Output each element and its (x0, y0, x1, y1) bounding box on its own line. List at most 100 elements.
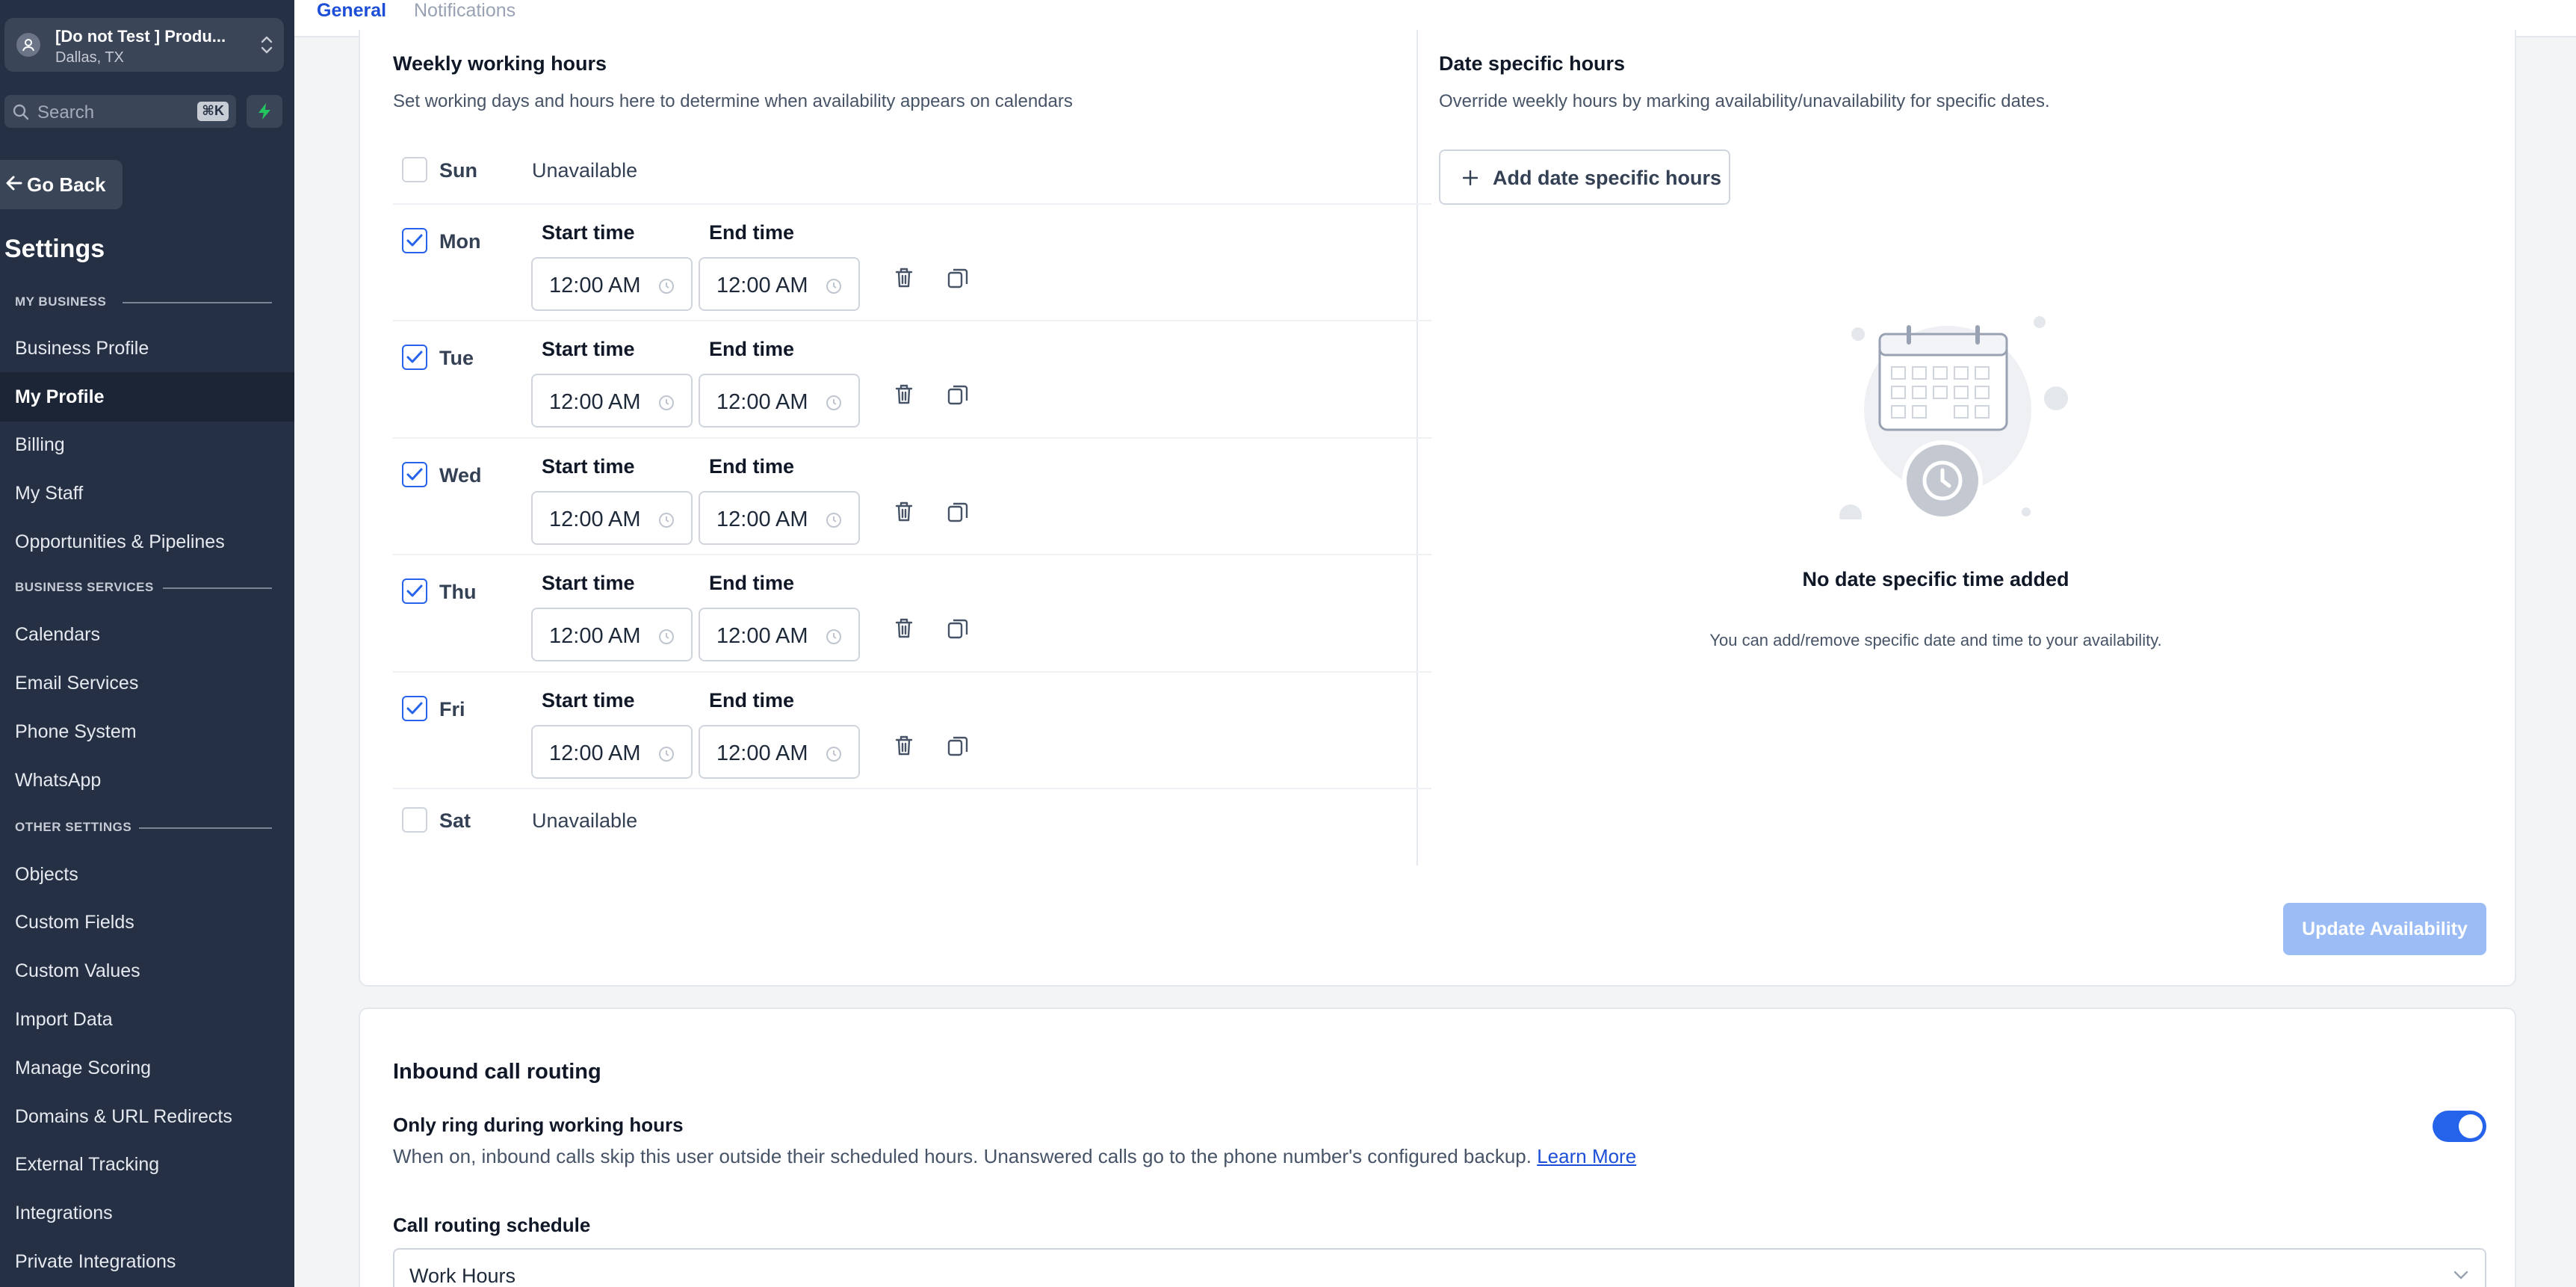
column-divider (1417, 30, 1418, 865)
row-divider (393, 437, 1431, 439)
inbound-call-routing-card: Inbound call routing Only ring during wo… (359, 1007, 2516, 1287)
sidebar-item-external-tracking[interactable]: External Tracking (0, 1140, 294, 1189)
start-time-label: Start time (542, 221, 635, 244)
copy-icon[interactable] (944, 615, 971, 642)
day-checkbox-fri[interactable] (402, 696, 427, 721)
sidebar-item-label: WhatsApp (15, 770, 102, 791)
search-shortcut-badge: ⌘K (197, 102, 229, 121)
sidebar-item-label: Manage Scoring (15, 1058, 152, 1078)
learn-more-link[interactable]: Learn More (1537, 1145, 1636, 1167)
sidebar-item-label: Objects (15, 864, 78, 885)
trash-icon[interactable] (891, 381, 917, 408)
update-availability-button[interactable]: Update Availability (2283, 903, 2486, 955)
plus-icon (1462, 170, 1479, 186)
section-heading-business-services: BUSINESS SERVICES (15, 580, 154, 594)
sidebar-item-opportunities-pipelines[interactable]: Opportunities & Pipelines (0, 517, 294, 567)
day-checkbox-sun[interactable] (402, 157, 427, 182)
account-switcher[interactable]: [Do not Test ] Produ... Dallas, TX (4, 18, 284, 72)
add-date-specific-hours-label: Add date specific hours (1493, 167, 1722, 189)
trash-icon[interactable] (891, 732, 917, 759)
start-time-input-thu[interactable]: 12:00 AM (531, 608, 693, 661)
end-time-input-thu[interactable]: 12:00 AM (699, 608, 860, 661)
clock-icon (659, 629, 674, 644)
empty-state-title: No date specific time added (1802, 568, 2069, 590)
trash-icon[interactable] (891, 615, 917, 642)
sidebar-item-my-staff[interactable]: My Staff (0, 469, 294, 518)
copy-icon[interactable] (944, 265, 971, 291)
sidebar-item-private-integrations[interactable]: Private Integrations (0, 1237, 294, 1286)
day-checkbox-wed[interactable] (402, 462, 427, 487)
day-checkbox-mon[interactable] (402, 228, 427, 253)
sidebar-item-custom-fields[interactable]: Custom Fields (0, 898, 294, 947)
only-ring-working-hours-label: Only ring during working hours (393, 1114, 684, 1136)
start-time-label: Start time (542, 455, 635, 478)
end-time-input-wed[interactable]: 12:00 AM (699, 491, 860, 545)
start-time-input-fri[interactable]: 12:00 AM (531, 725, 693, 779)
end-time-input-mon[interactable]: 12:00 AM (699, 257, 860, 311)
add-date-specific-hours-button[interactable]: Add date specific hours (1439, 149, 1730, 205)
start-time-label: Start time (542, 572, 635, 594)
unavailable-label: Unavailable (532, 159, 638, 182)
day-label: Wed (439, 464, 482, 487)
sidebar-item-label: Domains & URL Redirects (15, 1106, 232, 1127)
row-divider (393, 554, 1431, 555)
inbound-call-routing-title: Inbound call routing (393, 1060, 601, 1084)
sidebar-item-import-data[interactable]: Import Data (0, 995, 294, 1044)
sidebar-item-objects[interactable]: Objects (0, 850, 294, 899)
sidebar-item-custom-values[interactable]: Custom Values (0, 946, 294, 996)
sidebar-item-whatsapp[interactable]: WhatsApp (0, 756, 294, 805)
row-divider (393, 320, 1431, 321)
day-label: Thu (439, 581, 477, 603)
calendar-clock-illustration-icon (1839, 316, 2068, 519)
sidebar-search[interactable]: Search ⌘K (4, 95, 236, 128)
trash-icon[interactable] (891, 499, 917, 525)
only-ring-working-hours-toggle[interactable] (2433, 1111, 2486, 1142)
trash-icon[interactable] (891, 265, 917, 291)
sidebar-item-calendars[interactable]: Calendars (0, 610, 294, 659)
start-time-input-wed[interactable]: 12:00 AM (531, 491, 693, 545)
time-value: 12:00 AM (549, 390, 641, 414)
start-time-input-mon[interactable]: 12:00 AM (531, 257, 693, 311)
end-time-input-fri[interactable]: 12:00 AM (699, 725, 860, 779)
check-icon (406, 584, 423, 597)
day-checkbox-tue[interactable] (402, 345, 427, 370)
sidebar-item-label: Business Profile (15, 338, 149, 359)
day-label: Tue (439, 347, 474, 369)
weekly-hours-title: Weekly working hours (393, 52, 607, 75)
sidebar-item-phone-system[interactable]: Phone System (0, 707, 294, 756)
check-icon (406, 351, 423, 363)
call-routing-schedule-select[interactable]: Work Hours (393, 1248, 2486, 1287)
search-placeholder: Search (37, 102, 95, 123)
start-time-input-tue[interactable]: 12:00 AM (531, 374, 693, 428)
day-checkbox-thu[interactable] (402, 578, 427, 604)
sidebar-item-integrations[interactable]: Integrations (0, 1188, 294, 1238)
sidebar-item-label: Custom Values (15, 960, 140, 981)
clock-icon (659, 395, 674, 410)
copy-icon[interactable] (944, 499, 971, 525)
sidebar-item-my-profile[interactable]: My Profile (0, 372, 294, 422)
day-checkbox-sat[interactable] (402, 807, 427, 833)
check-icon (406, 234, 423, 247)
tab-notifications[interactable]: Notifications (414, 0, 515, 22)
time-value: 12:00 AM (716, 741, 808, 765)
tab-general[interactable]: General (317, 0, 386, 22)
copy-icon[interactable] (944, 732, 971, 759)
sidebar-item-email-services[interactable]: Email Services (0, 658, 294, 708)
account-location: Dallas, TX (55, 49, 124, 66)
sidebar-item-business-profile[interactable]: Business Profile (0, 324, 294, 373)
day-label: Fri (439, 698, 465, 720)
clock-icon (826, 513, 841, 528)
row-divider (393, 203, 1431, 205)
sidebar-item-label: My Staff (15, 483, 84, 504)
account-name: [Do not Test ] Produ... (55, 27, 226, 46)
clock-icon (826, 629, 841, 644)
sidebar-item-domains-url-redirects[interactable]: Domains & URL Redirects (0, 1092, 294, 1141)
copy-icon[interactable] (944, 381, 971, 408)
sidebar-item-manage-scoring[interactable]: Manage Scoring (0, 1043, 294, 1093)
sidebar-item-billing[interactable]: Billing (0, 420, 294, 469)
quick-actions-button[interactable] (247, 95, 282, 128)
location-avatar-icon (16, 33, 40, 57)
end-time-input-tue[interactable]: 12:00 AM (699, 374, 860, 428)
settings-title: Settings (4, 235, 105, 263)
go-back-button[interactable]: Go Back (0, 160, 123, 209)
